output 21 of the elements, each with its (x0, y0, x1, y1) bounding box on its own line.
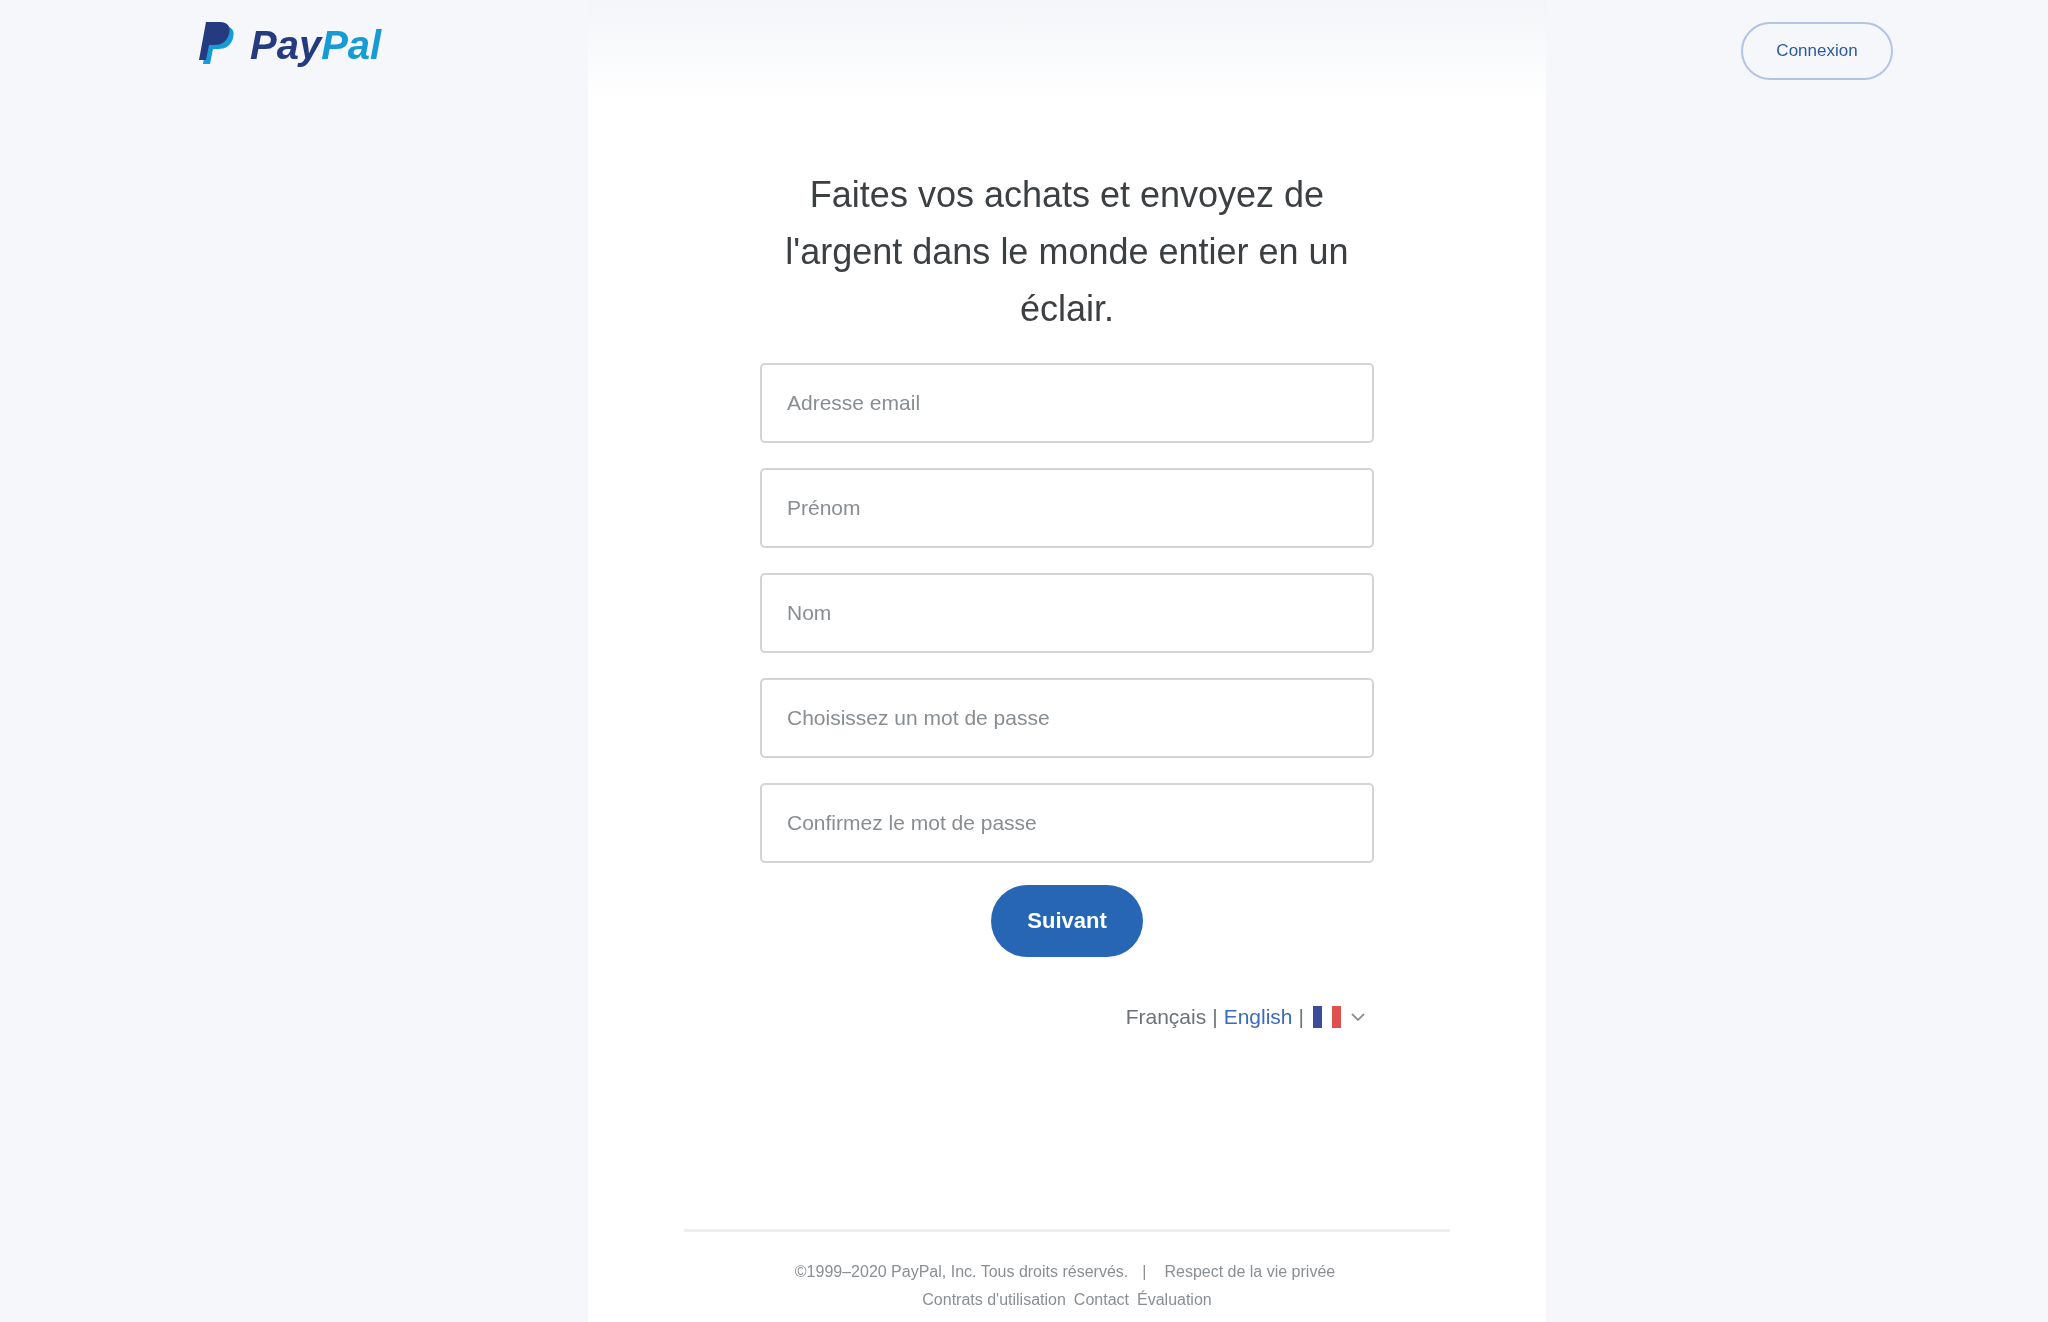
input-field[interactable]: Adresse email (760, 363, 1374, 443)
footer-link[interactable]: Contrats d'utilisation (922, 1291, 1066, 1308)
input-field[interactable]: Nom (760, 573, 1374, 653)
separator: | (1142, 1263, 1147, 1280)
flag-icon[interactable] (1310, 1005, 1344, 1029)
input-field[interactable]: Confirmez le mot de passe (760, 783, 1374, 863)
separator: | (1212, 1005, 1218, 1029)
headline: Faites vos achats et envoyez de l'argent dans le monde entier en un éclair. (784, 173, 1350, 331)
login-button[interactable]: Connexion (1741, 22, 1893, 80)
footer-link[interactable]: Contact (1073, 1291, 1129, 1308)
current-language[interactable]: Français (1125, 1005, 1207, 1029)
next-button[interactable]: Suivant (991, 885, 1143, 957)
input-field[interactable]: Prénom (760, 468, 1374, 548)
paypal-wordmark: PayPal (250, 22, 382, 68)
chevron-down-icon[interactable] (1350, 1012, 1366, 1022)
input-field[interactable]: Choisissez un mot de passe (760, 678, 1374, 758)
language-link[interactable]: English (1223, 1005, 1293, 1029)
copyright-text: ©1999–2020 PayPal, Inc. Tous droits réservés. (794, 1263, 1129, 1280)
footer-link[interactable]: Respect de la vie privée (1164, 1263, 1336, 1280)
separator: | (1298, 1005, 1304, 1029)
footer-link[interactable]: Évaluation (1137, 1291, 1212, 1308)
